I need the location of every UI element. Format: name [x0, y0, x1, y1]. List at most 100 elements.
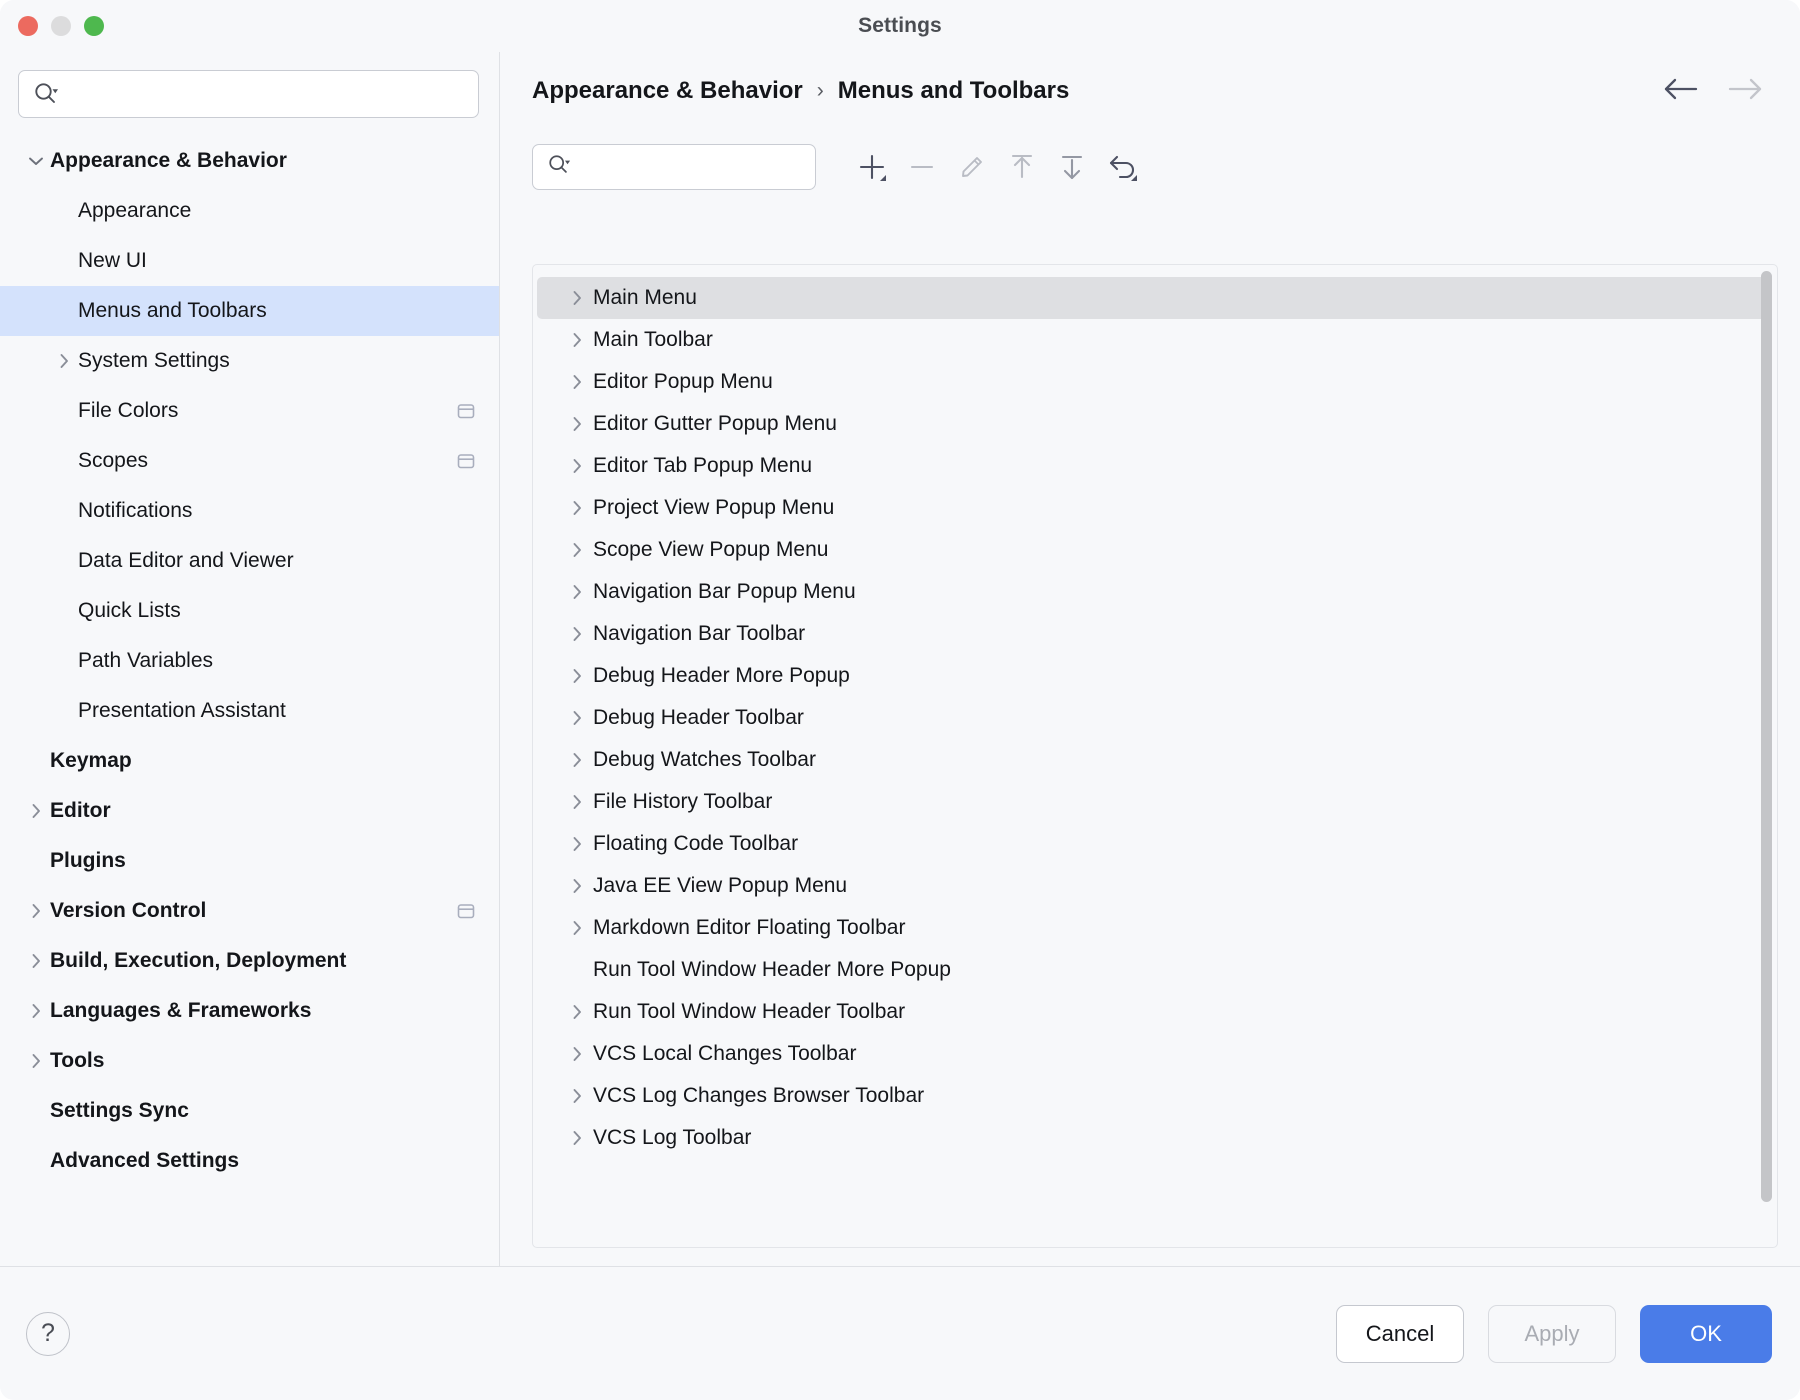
- add-button[interactable]: [850, 145, 894, 189]
- move-up-button[interactable]: [1000, 145, 1044, 189]
- list-item-label: Navigation Bar Popup Menu: [593, 580, 856, 603]
- sidebar-item-new-ui[interactable]: New UI: [0, 236, 499, 286]
- list-item[interactable]: Editor Gutter Popup Menu: [537, 403, 1767, 445]
- chevron-right-icon[interactable]: [561, 330, 593, 350]
- chevron-right-icon[interactable]: [561, 834, 593, 854]
- chevron-right-icon[interactable]: [561, 456, 593, 476]
- edit-button[interactable]: [950, 145, 994, 189]
- list-item[interactable]: Debug Header Toolbar: [537, 697, 1767, 739]
- sidebar-item-presentation-assistant[interactable]: Presentation Assistant: [0, 686, 499, 736]
- list-item[interactable]: Java EE View Popup Menu: [537, 865, 1767, 907]
- chevron-right-icon[interactable]: [561, 1044, 593, 1064]
- sidebar-item-languages-frameworks[interactable]: Languages & Frameworks: [0, 986, 499, 1036]
- list-item[interactable]: Debug Header More Popup: [537, 655, 1767, 697]
- list-scrollbar[interactable]: [1761, 271, 1772, 1241]
- nav-buttons: [1660, 75, 1778, 108]
- help-button[interactable]: ?: [26, 1311, 70, 1356]
- chevron-right-icon[interactable]: [561, 918, 593, 938]
- list-item[interactable]: Main Menu: [537, 277, 1767, 319]
- sidebar-item-system-settings[interactable]: System Settings: [0, 336, 499, 386]
- toolbar-filter-input[interactable]: [580, 156, 801, 178]
- chevron-right-icon[interactable]: [561, 540, 593, 560]
- toolbar-filter-box[interactable]: [532, 144, 816, 190]
- window-title: Settings: [858, 14, 942, 37]
- sidebar-item-version-control[interactable]: Version Control: [0, 886, 499, 936]
- sidebar-item-editor[interactable]: Editor: [0, 786, 499, 836]
- chevron-right-icon[interactable]: [561, 666, 593, 686]
- sidebar-item-path-variables[interactable]: Path Variables: [0, 636, 499, 686]
- chevron-right-icon[interactable]: [22, 1051, 50, 1071]
- back-button[interactable]: [1660, 75, 1700, 108]
- sidebar-item-appearance-behavior[interactable]: Appearance & Behavior: [0, 136, 499, 186]
- list-item[interactable]: VCS Local Changes Toolbar: [537, 1033, 1767, 1075]
- list-item[interactable]: Debug Watches Toolbar: [537, 739, 1767, 781]
- chevron-right-icon[interactable]: [561, 1128, 593, 1148]
- forward-button[interactable]: [1726, 75, 1766, 108]
- sidebar-item-settings-sync[interactable]: Settings Sync: [0, 1086, 499, 1136]
- sidebar-item-label: Notifications: [78, 499, 193, 522]
- apply-button[interactable]: Apply: [1488, 1304, 1616, 1363]
- chevron-right-icon[interactable]: [561, 582, 593, 602]
- list-scrollbar-thumb[interactable]: [1761, 271, 1772, 1203]
- cancel-button[interactable]: Cancel: [1336, 1304, 1464, 1363]
- sidebar-item-menus-and-toolbars[interactable]: Menus and Toolbars: [0, 286, 499, 336]
- list-item-label: Debug Header More Popup: [593, 664, 850, 687]
- list-item[interactable]: Floating Code Toolbar: [537, 823, 1767, 865]
- list-item[interactable]: Project View Popup Menu: [537, 487, 1767, 529]
- sidebar-item-keymap[interactable]: Keymap: [0, 736, 499, 786]
- list-item[interactable]: Editor Popup Menu: [537, 361, 1767, 403]
- chevron-right-icon[interactable]: [22, 1001, 50, 1021]
- chevron-right-icon[interactable]: [22, 951, 50, 971]
- chevron-down-icon[interactable]: [22, 151, 50, 171]
- chevron-right-icon[interactable]: [561, 624, 593, 644]
- chevron-right-icon[interactable]: [561, 708, 593, 728]
- sidebar-item-data-editor-and-viewer[interactable]: Data Editor and Viewer: [0, 536, 499, 586]
- breadcrumb-parent[interactable]: Appearance & Behavior: [532, 77, 803, 105]
- sidebar-search-box[interactable]: [18, 70, 479, 118]
- list-item[interactable]: Main Toolbar: [537, 319, 1767, 361]
- ok-button[interactable]: OK: [1640, 1304, 1772, 1363]
- sidebar-item-label: Advanced Settings: [50, 1149, 240, 1172]
- sidebar-item-file-colors[interactable]: File Colors: [0, 386, 499, 436]
- list-item[interactable]: Scope View Popup Menu: [537, 529, 1767, 571]
- chevron-right-icon[interactable]: [561, 372, 593, 392]
- sidebar-item-plugins[interactable]: Plugins: [0, 836, 499, 886]
- list-item[interactable]: Run Tool Window Header More Popup: [537, 949, 1767, 991]
- chevron-right-icon[interactable]: [561, 498, 593, 518]
- list-item-label: VCS Log Changes Browser Toolbar: [593, 1084, 925, 1107]
- list-item[interactable]: VCS Log Changes Browser Toolbar: [537, 1075, 1767, 1117]
- list-item[interactable]: Run Tool Window Header Toolbar: [537, 991, 1767, 1033]
- chevron-right-icon[interactable]: [22, 901, 50, 921]
- chevron-right-icon[interactable]: [561, 1086, 593, 1106]
- list-item[interactable]: Editor Tab Popup Menu: [537, 445, 1767, 487]
- move-down-button[interactable]: [1050, 145, 1094, 189]
- sidebar-item-quick-lists[interactable]: Quick Lists: [0, 586, 499, 636]
- restore-button[interactable]: [1100, 145, 1144, 189]
- sidebar-item-scopes[interactable]: Scopes: [0, 436, 499, 486]
- sidebar-item-appearance[interactable]: Appearance: [0, 186, 499, 236]
- menus-toolbars-list: Main Menu Main Toolbar Editor Popup Menu Ed…: [533, 265, 1777, 1247]
- list-item[interactable]: File History Toolbar: [537, 781, 1767, 823]
- chevron-right-icon[interactable]: [561, 792, 593, 812]
- chevron-right-icon[interactable]: [561, 750, 593, 770]
- list-item[interactable]: Markdown Editor Floating Toolbar: [537, 907, 1767, 949]
- minimize-window-icon[interactable]: [51, 16, 71, 36]
- list-item[interactable]: Navigation Bar Toolbar: [537, 613, 1767, 655]
- maximize-window-icon[interactable]: [84, 16, 104, 36]
- chevron-right-icon[interactable]: [561, 1002, 593, 1022]
- list-item[interactable]: VCS Log Toolbar: [537, 1117, 1767, 1159]
- sidebar-item-build-execution-deployment[interactable]: Build, Execution, Deployment: [0, 936, 499, 986]
- sidebar-search-input[interactable]: [69, 83, 464, 105]
- chevron-right-icon[interactable]: [561, 288, 593, 308]
- chevron-right-icon[interactable]: [50, 351, 78, 371]
- sidebar-item-label: System Settings: [78, 349, 230, 372]
- list-item[interactable]: Navigation Bar Popup Menu: [537, 571, 1767, 613]
- chevron-right-icon[interactable]: [561, 876, 593, 896]
- chevron-right-icon[interactable]: [22, 801, 50, 821]
- chevron-right-icon[interactable]: [561, 414, 593, 434]
- sidebar-item-tools[interactable]: Tools: [0, 1036, 499, 1086]
- remove-button[interactable]: [900, 145, 944, 189]
- sidebar-item-advanced-settings[interactable]: Advanced Settings: [0, 1136, 499, 1186]
- sidebar-item-notifications[interactable]: Notifications: [0, 486, 499, 536]
- close-window-icon[interactable]: [18, 16, 38, 36]
